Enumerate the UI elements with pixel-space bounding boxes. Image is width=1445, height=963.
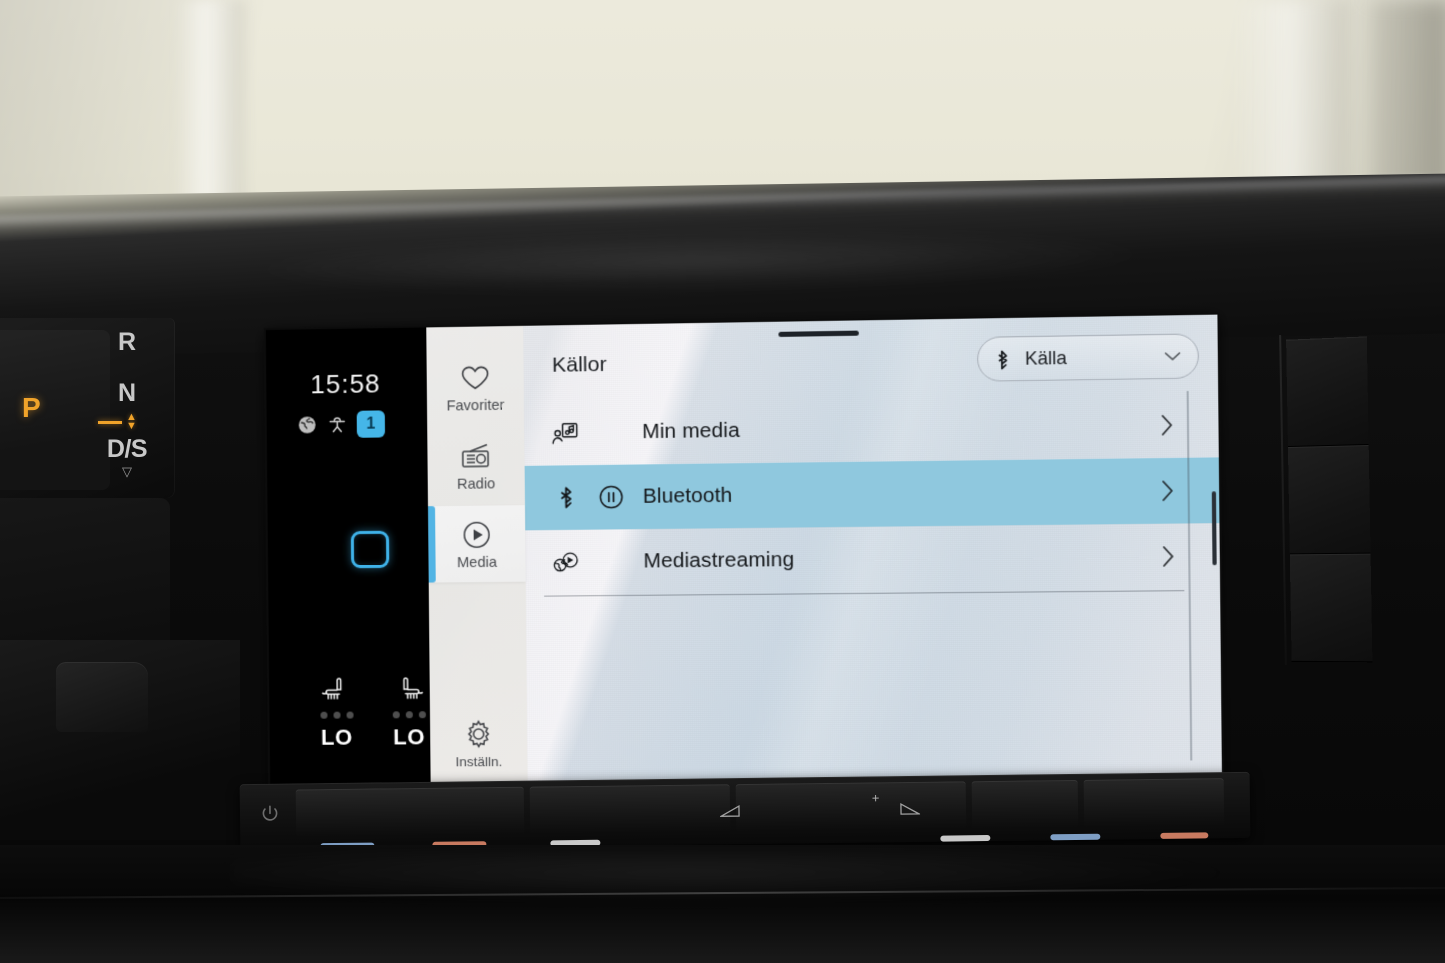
gear-label-n: N xyxy=(117,379,137,407)
panel-drag-handle[interactable] xyxy=(778,330,859,337)
tab-favoriter-label: Favoriter xyxy=(446,397,505,415)
tab-radio[interactable]: Radio xyxy=(427,427,525,505)
gear-marker-dash xyxy=(98,421,122,424)
occupant-icon xyxy=(327,414,348,435)
source-list: Min media Bluetooth Mediastreaming xyxy=(524,392,1220,595)
source-selector-label: Källa xyxy=(1024,347,1067,369)
status-badge: 1 xyxy=(356,410,386,438)
page-title: Källor xyxy=(551,352,607,377)
gear-label-r: R xyxy=(117,328,137,356)
chevron-right-icon xyxy=(1162,545,1176,568)
gear-position-column: R N ▲ ▼ D/S ▽ xyxy=(98,328,150,479)
status-column: 15:58 1 LO LO xyxy=(265,327,432,793)
seat-heater-right-icon xyxy=(385,669,432,705)
status-icon-group: 1 xyxy=(297,410,386,438)
radio-icon xyxy=(460,439,493,474)
gear-shifter-knob[interactable] xyxy=(56,662,148,732)
gear-caret-icon: ▽ xyxy=(122,464,132,479)
chevron-right-icon xyxy=(1161,479,1175,502)
tab-radio-label: Radio xyxy=(456,475,496,493)
seat-climate-right[interactable]: LO xyxy=(385,669,432,751)
bluetooth-icon xyxy=(995,349,1011,370)
tab-media-label: Media xyxy=(456,554,498,571)
panel-scrollbar-thumb[interactable] xyxy=(1211,491,1217,566)
seat-climate-left[interactable]: LO xyxy=(313,669,360,750)
left-console-facet xyxy=(0,330,110,490)
gear-icon xyxy=(463,717,494,751)
bluetooth-icon xyxy=(547,485,586,510)
gear-updown-arrows: ▲ ▼ xyxy=(126,411,137,432)
seat-climate-row: LO LO xyxy=(313,669,432,751)
console-button-segment[interactable] xyxy=(1083,778,1225,828)
app-tab-rail: Favoriter Radio Media Inställn. xyxy=(426,325,528,792)
sources-page: Källor Källa Min media Bluetooth Mediast… xyxy=(523,315,1222,792)
list-item[interactable]: Bluetooth xyxy=(524,457,1220,531)
gear-indicator-p: P xyxy=(22,392,42,423)
right-hard-button[interactable] xyxy=(1287,444,1371,555)
home-square-button[interactable] xyxy=(350,530,390,569)
gear-current-marker: ▲ ▼ xyxy=(98,411,150,432)
source-selector-dropdown[interactable]: Källa xyxy=(976,333,1200,382)
console-led xyxy=(940,835,991,842)
infotainment-screen: 15:58 1 LO LO Favoriter Radio Media Inst… xyxy=(265,314,1223,793)
console-button-segment[interactable] xyxy=(295,786,525,838)
mediastreaming-icon xyxy=(548,549,587,575)
list-item-label: Min media xyxy=(642,418,740,444)
volume-down-icon xyxy=(719,804,740,817)
tab-media-active-indicator xyxy=(427,506,436,583)
clock: 15:58 xyxy=(310,368,381,400)
seat-climate-left-value: LO xyxy=(320,724,353,750)
power-icon[interactable] xyxy=(260,804,280,826)
volume-up-icon xyxy=(900,802,921,815)
right-hard-button[interactable] xyxy=(1286,336,1369,448)
tab-media[interactable]: Media xyxy=(427,505,526,583)
chevron-right-icon xyxy=(1161,414,1175,437)
volume-marks xyxy=(719,798,921,822)
console-led xyxy=(1160,832,1209,839)
my-media-icon xyxy=(546,420,585,446)
right-hard-button-stack xyxy=(1286,336,1373,663)
list-item-label: Mediastreaming xyxy=(643,547,795,573)
globe-icon xyxy=(297,414,318,435)
list-item[interactable]: Mediastreaming xyxy=(525,523,1220,595)
seat-climate-right-value: LO xyxy=(393,724,426,750)
infotainment-screen-bezel: 15:58 1 LO LO Favoriter Radio Media Inst… xyxy=(265,314,1223,793)
volume-plus-label: + xyxy=(871,790,880,806)
play-circle-icon xyxy=(461,517,492,552)
media-app-panel: Favoriter Radio Media Inställn. Källor K… xyxy=(426,314,1223,792)
console-button-segment[interactable] xyxy=(971,779,1079,830)
tab-favoriter[interactable]: Favoriter xyxy=(426,348,524,426)
chevron-down-icon xyxy=(1164,351,1181,362)
right-hard-button[interactable] xyxy=(1289,553,1373,663)
tab-installn[interactable]: Inställn. xyxy=(430,705,528,782)
pause-circle-icon xyxy=(594,484,629,511)
console-led xyxy=(1050,833,1101,841)
seat-level-dots xyxy=(386,711,432,719)
seat-level-dots xyxy=(313,711,359,719)
center-console-button-bar: + xyxy=(239,771,1251,851)
heart-icon xyxy=(460,360,491,395)
dashboard-photo-scene: P R N ▲ ▼ D/S ▽ 15:58 1 LO LO Favoriter … xyxy=(0,0,1445,963)
console-button-segment[interactable] xyxy=(529,784,731,835)
seat-heater-left-icon xyxy=(313,669,359,705)
list-item[interactable]: Min media xyxy=(524,392,1219,466)
list-item-label: Bluetooth xyxy=(642,483,733,508)
gear-label-ds: D/S xyxy=(106,435,148,463)
tab-installn-label: Inställn. xyxy=(455,754,503,770)
